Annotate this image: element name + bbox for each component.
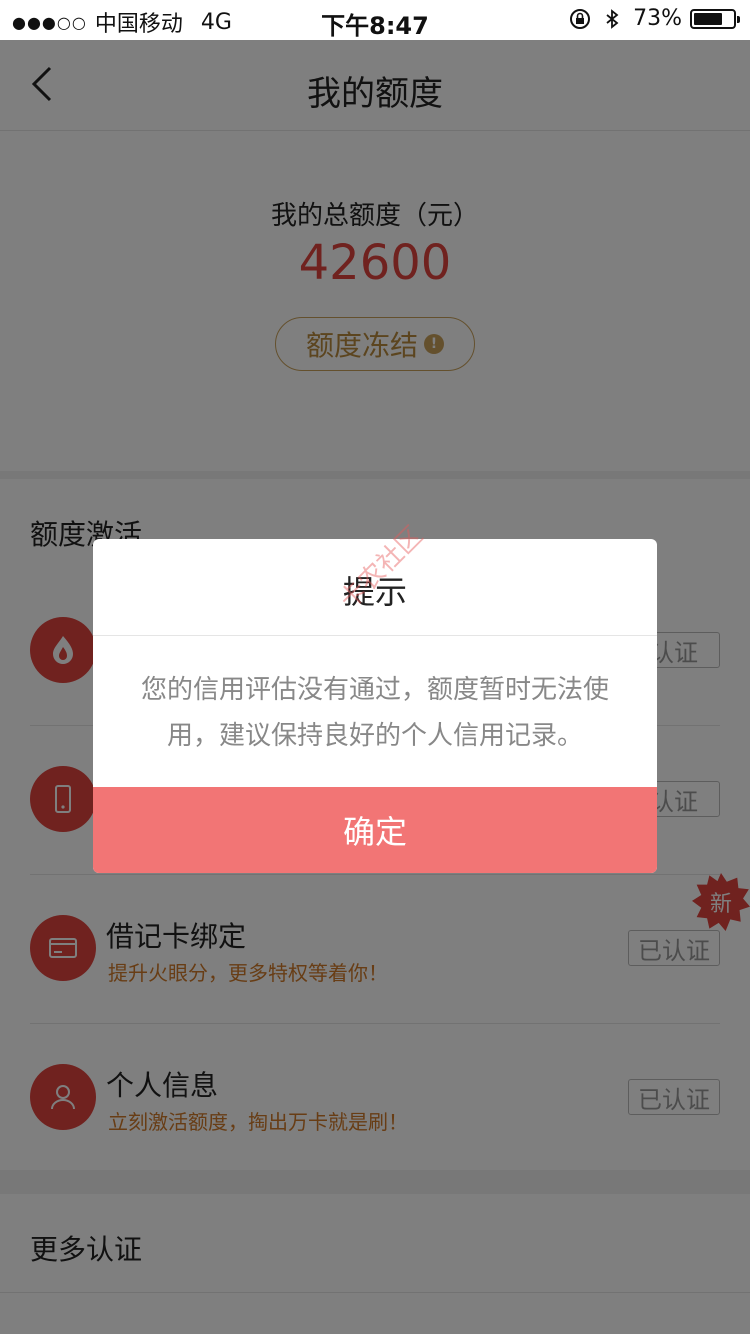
battery-percent: 73% [633,6,682,31]
battery-fill [694,12,722,25]
status-bar: ●●●○○ 中国移动 4G 下午8:47 73% [0,0,750,40]
rotation-lock-icon [569,8,591,30]
battery-icon [690,8,740,29]
confirm-button[interactable]: 确定 [93,787,657,873]
dialog-divider [93,635,657,636]
bluetooth-icon [601,8,623,30]
dialog-message: 您的信用评估没有通过，额度暂时无法使用，建议保持良好的个人信用记录。 [140,675,609,751]
